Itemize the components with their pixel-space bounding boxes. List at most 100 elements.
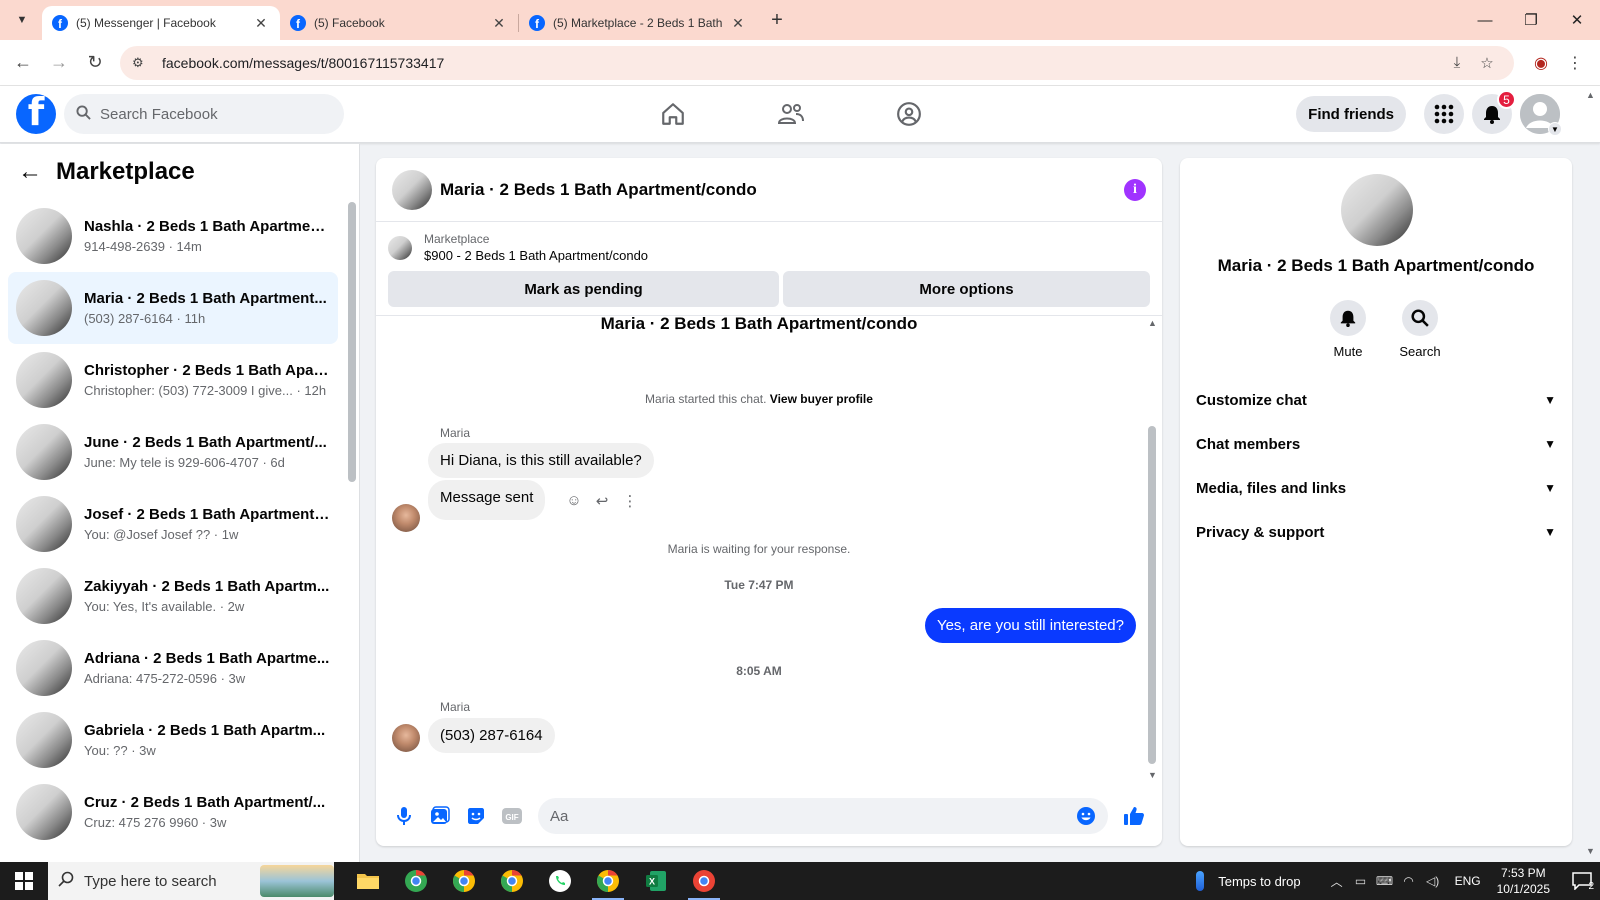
close-tab-icon[interactable]: ✕ [490, 15, 508, 32]
conversation-item[interactable]: Zakiyyah · 2 Beds 1 Bath Apartm... You: Y… [8, 560, 338, 632]
search-conversation-button[interactable]: Search [1384, 300, 1456, 359]
gif-button[interactable]: GIF [494, 807, 530, 825]
search-input[interactable] [100, 105, 320, 123]
voice-clip-button[interactable] [386, 806, 422, 826]
notifications-button[interactable]: 5 [1472, 90, 1516, 134]
like-button[interactable] [1116, 805, 1152, 827]
conversation-name: Zakiyyah · 2 Beds 1 Bath Apartm... [84, 578, 330, 595]
outgoing-message-bubble[interactable]: Yes, are you still interested? [924, 608, 1136, 643]
conversation-item[interactable]: June · 2 Beds 1 Bath Apartment/... June: … [8, 416, 338, 488]
meet-now-icon[interactable]: ▭ [1349, 874, 1373, 888]
customize-chat-section[interactable]: Customize chat ▼ [1188, 378, 1564, 422]
message-input-box[interactable] [538, 798, 1108, 834]
chrome-active-icon[interactable] [584, 862, 632, 900]
sidebar-scrollbar[interactable] [348, 202, 356, 482]
taskbar-clock[interactable]: 7:53 PM 10/1/2025 [1497, 865, 1550, 897]
whatsapp-icon[interactable] [536, 862, 584, 900]
weather-widget[interactable]: Temps to drop [1196, 871, 1301, 891]
browser-tab-marketplace[interactable]: f (5) Marketplace - 2 Beds 1 Bath ✕ [519, 6, 757, 40]
sticker-button[interactable] [458, 806, 494, 826]
find-friends-button[interactable]: Find friends [1296, 96, 1406, 132]
facebook-logo-icon[interactable]: f [16, 94, 56, 134]
details-listing-thumbnail[interactable] [1341, 174, 1413, 246]
mute-label: Mute [1333, 344, 1363, 359]
conversation-item[interactable]: Nashla · 2 Beds 1 Bath Apartmen... 914-49… [8, 200, 338, 272]
chrome-profile-2-icon[interactable] [440, 862, 488, 900]
browser-tab-facebook[interactable]: f (5) Facebook ✕ [280, 6, 518, 40]
home-nav-button[interactable] [614, 86, 732, 142]
conversation-item[interactable]: Adriana · 2 Beds 1 Bath Apartme... Adrian… [8, 632, 338, 704]
close-tab-icon[interactable]: ✕ [252, 15, 270, 32]
incoming-message-bubble[interactable]: (503) 287-6164 [428, 718, 555, 753]
url-text[interactable]: facebook.com/messages/t/800167115733417 [162, 55, 1442, 71]
menu-grid-button[interactable] [1424, 94, 1464, 134]
language-indicator[interactable]: ENG [1455, 874, 1481, 888]
new-tab-button[interactable]: + [763, 6, 791, 34]
conversation-item[interactable]: Cruz · 2 Beds 1 Bath Apartment/... Cruz: … [8, 776, 338, 848]
windows-start-button[interactable] [0, 862, 48, 900]
conversation-item[interactable]: Christopher · 2 Beds 1 Bath Apar... Chris… [8, 344, 338, 416]
chrome-profile-1-icon[interactable] [392, 862, 440, 900]
mute-button[interactable]: Mute [1312, 300, 1384, 359]
account-avatar-button[interactable]: ▼ [1520, 94, 1562, 136]
volume-icon[interactable]: ◁) [1421, 874, 1445, 888]
back-arrow-icon[interactable]: ← [8, 48, 38, 78]
scroll-down-arrow-icon[interactable]: ▼ [1148, 770, 1157, 780]
sender-avatar[interactable] [392, 504, 420, 532]
forward-arrow-icon[interactable]: → [44, 48, 74, 78]
reply-icon[interactable]: ↩ [588, 492, 616, 510]
mark-as-pending-button[interactable]: Mark as pending [388, 271, 779, 307]
conversation-item[interactable]: Josef · 2 Beds 1 Bath Apartment/... You: … [8, 488, 338, 560]
reload-icon[interactable]: ↻ [80, 48, 110, 78]
view-buyer-profile-link[interactable]: View buyer profile [770, 392, 873, 406]
restore-icon[interactable]: ❐ [1508, 0, 1554, 40]
sender-avatar[interactable] [392, 724, 420, 752]
incoming-message-bubble[interactable]: Message sent [428, 480, 546, 520]
file-explorer-icon[interactable] [344, 862, 392, 900]
facebook-search[interactable] [64, 94, 344, 134]
chat-listing-thumbnail[interactable] [392, 169, 432, 210]
excel-icon[interactable]: X [632, 862, 680, 900]
chat-title[interactable]: Maria · 2 Beds 1 Bath Apartment/condo [440, 180, 1124, 200]
action-center-button[interactable]: 2 [1564, 862, 1600, 900]
chat-members-section[interactable]: Chat members ▼ [1188, 422, 1564, 466]
browser-tab-messenger[interactable]: f (5) Messenger | Facebook ✕ [42, 6, 280, 40]
back-arrow-icon[interactable]: ← [18, 158, 42, 186]
show-hidden-icons-chevron-icon[interactable]: ︿ [1325, 873, 1349, 890]
react-emoji-icon[interactable]: ☺ [560, 492, 588, 510]
listing-title[interactable]: $900 - 2 Beds 1 Bath Apartment/condo [424, 248, 648, 263]
chat-scrollbar[interactable] [1148, 426, 1156, 764]
minimize-icon[interactable]: — [1462, 0, 1508, 40]
conversation-item[interactable]: Gabriela · 2 Beds 1 Bath Apartm... You: ?… [8, 704, 338, 776]
message-input[interactable] [550, 807, 1076, 825]
privacy-support-section[interactable]: Privacy & support ▼ [1188, 510, 1564, 554]
scroll-up-arrow-icon[interactable]: ▲ [1148, 318, 1157, 328]
omnibox[interactable]: ⚙ facebook.com/messages/t/80016711573341… [120, 45, 1514, 80]
more-vertical-icon[interactable]: ⋮ [616, 492, 644, 510]
wifi-icon[interactable]: ◠ [1397, 874, 1421, 888]
friends-nav-button[interactable] [732, 86, 850, 142]
chrome-icon[interactable] [488, 862, 536, 900]
ime-icon[interactable]: ⌨ [1373, 874, 1397, 888]
more-options-button[interactable]: More options [783, 271, 1150, 307]
browser-menu-icon[interactable]: ⋮ [1558, 53, 1592, 73]
media-files-links-section[interactable]: Media, files and links ▼ [1188, 466, 1564, 510]
close-tab-icon[interactable]: ✕ [729, 15, 747, 32]
bookmark-star-icon[interactable]: ☆ [1472, 54, 1502, 72]
conversation-name: Nashla · 2 Beds 1 Bath Apartmen... [84, 218, 330, 235]
groups-nav-button[interactable] [850, 86, 968, 142]
install-app-icon[interactable]: ⤓ [1442, 54, 1472, 71]
site-settings-icon[interactable]: ⚙ [132, 55, 152, 71]
incoming-message-bubble[interactable]: Hi Diana, is this still available? [428, 443, 654, 478]
taskbar-search[interactable]: Type here to search [48, 862, 334, 900]
page-scroll-up-arrow-icon[interactable]: ▲ [1586, 90, 1595, 100]
page-scroll-down-arrow-icon[interactable]: ▼ [1586, 846, 1595, 856]
conversation-item-active[interactable]: Maria · 2 Beds 1 Bath Apartment... (503) … [8, 272, 338, 344]
chrome-profile-3-icon[interactable] [680, 862, 728, 900]
profile-icon[interactable]: ◉ [1524, 53, 1558, 73]
info-icon[interactable]: i [1124, 178, 1146, 201]
conversation-name: June · 2 Beds 1 Bath Apartment/... [84, 434, 327, 451]
tab-search-chevron-icon[interactable]: ▼ [8, 6, 36, 34]
close-window-icon[interactable]: ✕ [1554, 0, 1600, 40]
attach-photo-button[interactable] [422, 806, 458, 826]
